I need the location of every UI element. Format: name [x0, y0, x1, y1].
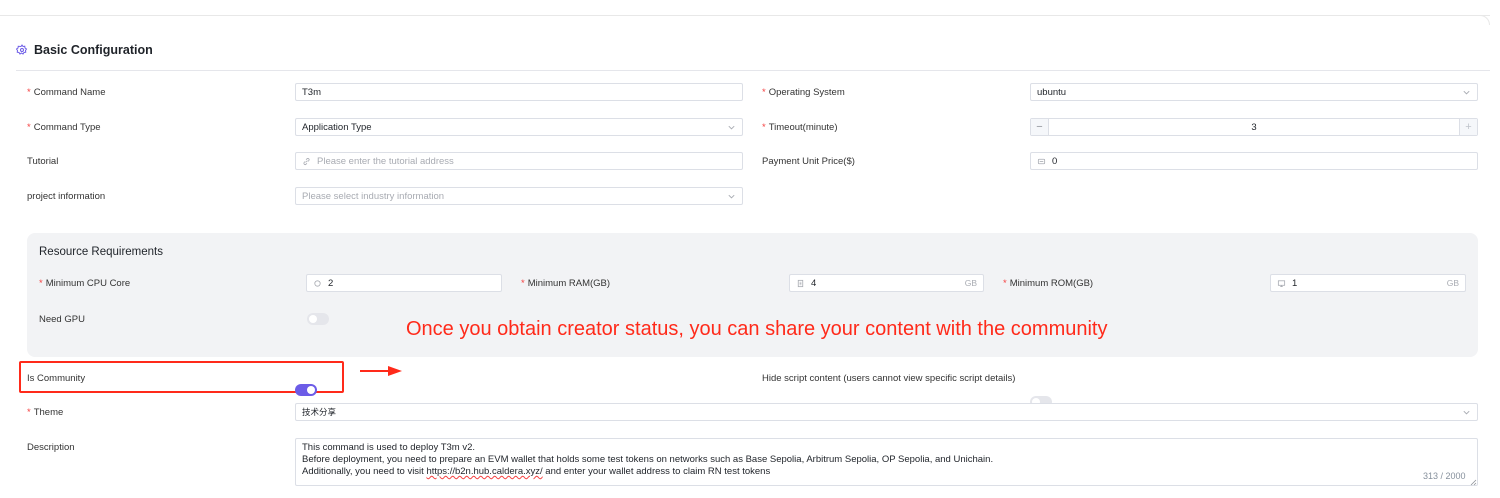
- ram-label: * Minimum RAM(GB): [521, 278, 610, 289]
- storage-icon: [1277, 279, 1286, 288]
- gpu-label: Need GPU: [39, 314, 85, 325]
- resource-requirements-title: Resource Requirements: [39, 246, 164, 258]
- required-mark: *: [762, 87, 766, 98]
- chevron-down-icon: [1462, 88, 1471, 97]
- timeout-value[interactable]: 3: [1049, 119, 1459, 135]
- payment-label: Payment Unit Price($): [762, 156, 855, 167]
- cpu-label: * Minimum CPU Core: [39, 278, 130, 289]
- operating-system-label-text: Operating System: [768, 87, 845, 98]
- operating-system-value: ubuntu: [1037, 86, 1067, 98]
- theme-select[interactable]: 技术分享: [295, 403, 1478, 421]
- operating-system-label: * Operating System: [762, 87, 845, 98]
- card-top-border: [0, 15, 1490, 16]
- theme-label: * Theme: [27, 407, 63, 418]
- section-divider: [16, 70, 1490, 71]
- description-line-3-suffix: and enter your wallet address to claim R…: [542, 466, 771, 477]
- chevron-down-icon: [727, 123, 736, 132]
- required-mark: *: [27, 122, 31, 133]
- timeout-label-text: Timeout(minute): [768, 122, 838, 133]
- command-type-select[interactable]: Application Type: [295, 118, 743, 136]
- rom-label: * Minimum ROM(GB): [1003, 278, 1093, 289]
- gpu-toggle[interactable]: [307, 313, 329, 325]
- annotation-text: Once you obtain creator status, you can …: [406, 318, 1108, 340]
- section-title-text: Basic Configuration: [34, 43, 153, 57]
- ram-input[interactable]: 4 GB: [789, 274, 984, 292]
- link-icon: [302, 157, 311, 166]
- description-line-1: This command is used to deploy T3m v2.: [302, 442, 476, 453]
- project-label: project information: [27, 191, 106, 202]
- toggle-knob: [309, 315, 317, 323]
- ram-unit: GB: [964, 278, 977, 288]
- rom-value: 1: [1292, 277, 1298, 289]
- tutorial-label: Tutorial: [27, 156, 59, 167]
- gear-icon: [16, 44, 28, 56]
- payment-value: 0: [1052, 155, 1058, 167]
- hide-script-label: Hide script content (users cannot view s…: [762, 373, 1016, 384]
- project-select[interactable]: Please select industry information: [295, 187, 743, 205]
- required-mark: *: [762, 122, 766, 133]
- community-label: Is Community: [27, 373, 86, 384]
- required-mark: *: [521, 278, 525, 289]
- rom-unit: GB: [1446, 278, 1459, 288]
- increment-button[interactable]: +: [1459, 119, 1477, 135]
- operating-system-select[interactable]: ubuntu: [1030, 83, 1478, 101]
- ram-value: 4: [811, 277, 817, 289]
- rom-label-text: Minimum ROM(GB): [1009, 278, 1094, 289]
- description-label: Description: [27, 442, 75, 453]
- timeout-stepper[interactable]: − 3 +: [1030, 118, 1478, 136]
- rom-input[interactable]: 1 GB: [1270, 274, 1466, 292]
- command-name-value: T3m: [302, 86, 321, 98]
- command-type-value: Application Type: [302, 121, 372, 133]
- ram-label-text: Minimum RAM(GB): [527, 278, 611, 289]
- description-textarea[interactable]: This command is used to deploy T3m v2. B…: [295, 438, 1478, 486]
- decrement-button[interactable]: −: [1031, 119, 1049, 135]
- command-name-input[interactable]: T3m: [295, 83, 743, 101]
- command-type-label-text: Command Type: [33, 122, 101, 133]
- memory-icon: [796, 279, 805, 288]
- description-line-2: Before deployment, you need to prepare a…: [302, 454, 994, 465]
- cpu-icon: [313, 279, 322, 288]
- timeout-label: * Timeout(minute): [762, 122, 838, 133]
- cpu-value: 2: [328, 277, 334, 289]
- required-mark: *: [27, 87, 31, 98]
- command-name-label: * Command Name: [27, 87, 106, 98]
- chevron-down-icon: [727, 192, 736, 201]
- cpu-label-text: Minimum CPU Core: [45, 278, 131, 289]
- payment-input[interactable]: 0: [1030, 152, 1478, 170]
- required-mark: *: [1003, 278, 1007, 289]
- required-mark: *: [27, 407, 31, 418]
- cpu-input[interactable]: 2: [306, 274, 502, 292]
- card-corner: [1480, 15, 1490, 25]
- community-toggle[interactable]: [295, 384, 317, 396]
- theme-label-text: Theme: [33, 407, 64, 418]
- description-line-3-prefix: Additionally, you need to visit: [302, 466, 427, 477]
- character-counter: 313 / 2000: [1423, 471, 1466, 481]
- wallet-icon: [1037, 157, 1046, 166]
- section-title: Basic Configuration: [16, 43, 153, 57]
- chevron-down-icon: [1462, 408, 1471, 417]
- description-link: https://b2n.hub.caldera.xyz/: [426, 466, 543, 477]
- description-line-3: Additionally, you need to visit https://…: [302, 466, 1471, 478]
- toggle-knob: [307, 386, 315, 394]
- tutorial-placeholder: Please enter the tutorial address: [317, 155, 454, 167]
- tutorial-input[interactable]: Please enter the tutorial address: [295, 152, 743, 170]
- command-name-label-text: Command Name: [33, 87, 106, 98]
- required-mark: *: [39, 278, 43, 289]
- resize-handle-icon[interactable]: [1470, 478, 1477, 486]
- project-placeholder: Please select industry information: [302, 190, 445, 202]
- arrow-right-icon: [358, 363, 406, 382]
- theme-value: 技术分享: [302, 408, 337, 418]
- command-type-label: * Command Type: [27, 122, 101, 133]
